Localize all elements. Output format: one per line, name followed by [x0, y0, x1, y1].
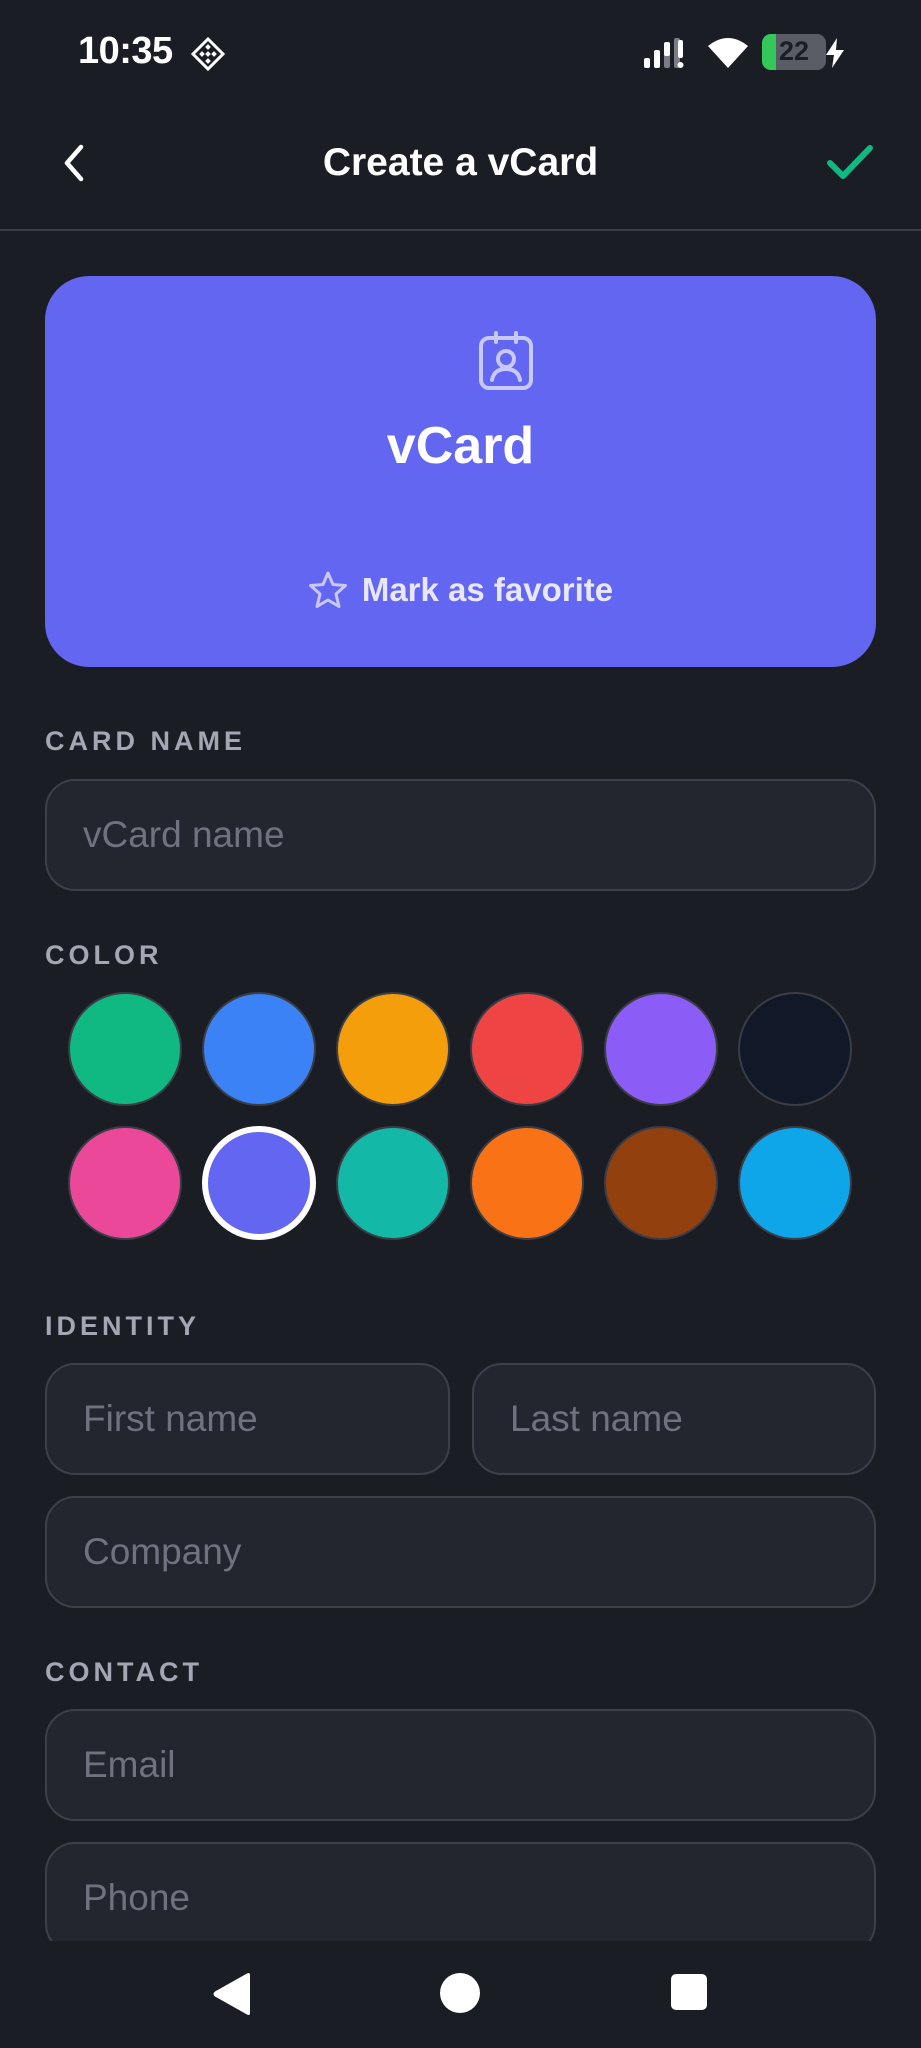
nav-back-icon[interactable]	[210, 1971, 254, 2017]
color-swatch-violet[interactable]	[604, 992, 718, 1106]
color-swatch-amber[interactable]	[336, 992, 450, 1106]
card-title: vCard	[386, 417, 535, 475]
card-name-section-label: CARD NAME	[45, 726, 246, 756]
mark-favorite-label: Mark as favorite	[361, 571, 614, 608]
last-name-input[interactable]	[472, 1363, 876, 1475]
color-swatch-pink[interactable]	[68, 1126, 182, 1240]
app-bar: Create a vCard	[0, 105, 921, 231]
email-input[interactable]	[45, 1709, 876, 1821]
form-scroll-area[interactable]: vCard Mark as favorite CARD NAME COLOR I…	[0, 231, 921, 1941]
color-swatch-blue[interactable]	[202, 992, 316, 1106]
save-button[interactable]	[820, 133, 880, 193]
diamond-grid-icon	[190, 36, 226, 72]
color-swatch-indigo[interactable]	[202, 1126, 316, 1240]
status-time: 10:35	[78, 30, 173, 72]
nav-recents-icon[interactable]	[671, 1974, 707, 2010]
color-swatch-navy[interactable]	[738, 992, 852, 1106]
star-outline-icon	[308, 571, 347, 608]
status-bar: 10:35 22	[0, 0, 921, 105]
color-section-label: COLOR	[45, 940, 163, 970]
battery-level: 22	[778, 36, 810, 66]
phone-input[interactable]	[45, 1842, 876, 1941]
cell-signal-icon	[644, 38, 684, 68]
checkmark-icon	[827, 145, 873, 179]
company-input[interactable]	[45, 1496, 876, 1608]
color-swatch-teal[interactable]	[336, 1126, 450, 1240]
contact-badge-icon	[479, 331, 533, 390]
mark-favorite-button[interactable]: Mark as favorite	[45, 570, 876, 610]
battery-icon: 22	[762, 34, 826, 70]
color-swatch-brown[interactable]	[604, 1126, 718, 1240]
contact-section-label: CONTACT	[45, 1657, 203, 1687]
color-swatch-red[interactable]	[470, 992, 584, 1106]
color-swatch-green[interactable]	[68, 992, 182, 1106]
color-swatch-orange[interactable]	[470, 1126, 584, 1240]
charging-bolt-icon	[826, 38, 844, 68]
page-title: Create a vCard	[322, 141, 599, 184]
nav-home-icon[interactable]	[440, 1973, 480, 2013]
wifi-icon	[708, 38, 748, 68]
first-name-input[interactable]	[45, 1363, 450, 1475]
system-nav-bar	[0, 1941, 921, 2048]
vcard-preview-card: vCard Mark as favorite	[45, 276, 876, 667]
card-name-input[interactable]	[45, 779, 876, 891]
color-swatch-sky[interactable]	[738, 1126, 852, 1240]
identity-section-label: IDENTITY	[45, 1311, 201, 1341]
